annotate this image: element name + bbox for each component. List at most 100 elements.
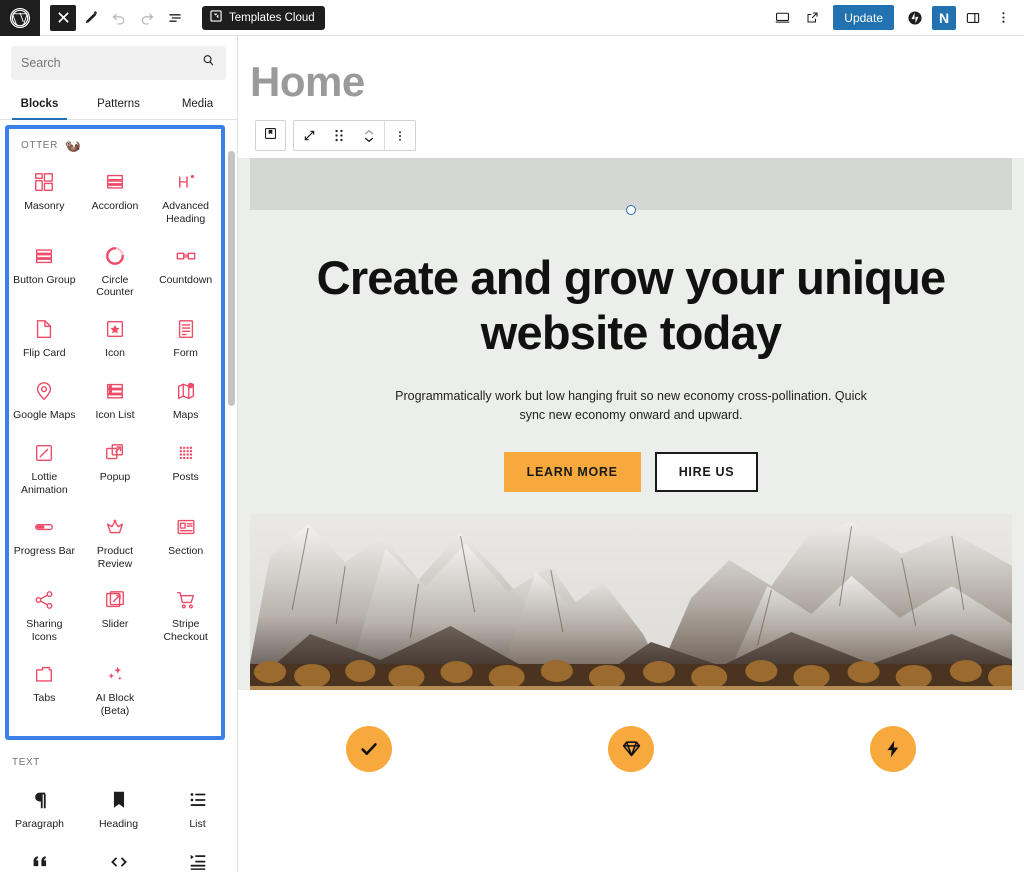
close-editor-button[interactable] <box>50 4 76 31</box>
list-icon <box>187 787 209 813</box>
svg-text:H: H <box>177 175 188 192</box>
text-blocks-panel: TEXT Paragraph Heading List Quote Code D… <box>0 740 237 872</box>
cover-block[interactable]: Create and grow your unique website toda… <box>238 158 1024 690</box>
hero-paragraph[interactable]: Programmatically work but low hanging fr… <box>381 387 881 426</box>
wordpress-logo-icon[interactable] <box>0 0 40 36</box>
block-item-google-maps[interactable]: Google Maps <box>9 369 80 431</box>
product-review-icon <box>104 514 126 540</box>
inserter-scroll-area: OTTER 🦦 Masonry Accordion H Advanced Hea… <box>0 120 237 872</box>
block-item-ai-block-beta[interactable]: AI Block (Beta) <box>80 652 151 726</box>
editor-canvas: Home Create and grow your unique website… <box>238 36 1024 872</box>
inserter-search-wrap <box>0 36 237 80</box>
advanced-heading-icon: H <box>175 169 197 195</box>
block-item-icon[interactable]: Icon <box>80 307 151 369</box>
lottie-animation-icon <box>33 440 55 466</box>
resize-diagonal-icon[interactable] <box>294 121 324 150</box>
block-item-circle-counter[interactable]: Circle Counter <box>80 234 151 308</box>
block-item-sharing-icons[interactable]: Sharing Icons <box>9 578 80 652</box>
search-box[interactable] <box>11 46 226 80</box>
tab-blocks[interactable]: Blocks <box>0 92 79 120</box>
neve-plugin-badge[interactable]: N <box>932 5 956 30</box>
learn-more-button[interactable]: LEARN MORE <box>503 451 641 492</box>
quote-icon <box>29 849 51 872</box>
search-input[interactable] <box>21 56 201 70</box>
tab-patterns[interactable]: Patterns <box>79 92 158 119</box>
icon-block-icon <box>104 316 126 342</box>
inserter-scrollbar-thumb[interactable] <box>228 151 235 406</box>
feature-item[interactable] <box>762 725 1024 772</box>
block-item-advanced-heading[interactable]: H Advanced Heading <box>150 160 221 234</box>
block-item-list[interactable]: List <box>158 778 237 840</box>
block-item-slider[interactable]: Slider <box>80 578 151 652</box>
block-movers-group <box>293 120 416 151</box>
drag-handle-icon[interactable] <box>324 121 354 150</box>
block-item-paragraph[interactable]: Paragraph <box>0 778 79 840</box>
block-item-accordion[interactable]: Accordion <box>80 160 151 234</box>
search-icon <box>201 53 216 73</box>
ai-block-icon <box>104 661 126 687</box>
block-item-lottie-animation[interactable]: Lottie Animation <box>9 431 80 505</box>
block-item-progress-bar[interactable]: Progress Bar <box>9 505 80 579</box>
block-item-posts[interactable]: Posts <box>150 431 221 505</box>
gray-placeholder-block[interactable] <box>250 158 1012 215</box>
editor-body: Blocks Patterns Media OTTER 🦦 Masonry Ac… <box>0 36 1024 872</box>
move-up-down-icon[interactable] <box>354 121 384 150</box>
gem-icon <box>608 725 654 772</box>
feature-item[interactable] <box>500 725 762 772</box>
header-right-tools: Update N <box>769 5 1024 31</box>
view-site-external-icon[interactable] <box>799 5 825 31</box>
otter-mascot-icon: 🦦 <box>64 138 82 153</box>
edit-pencil-icon[interactable] <box>78 5 104 31</box>
maps-icon <box>175 378 197 404</box>
block-item-maps[interactable]: Maps <box>150 369 221 431</box>
block-item-tabs[interactable]: Tabs <box>9 652 80 726</box>
button-group-icon <box>33 243 55 269</box>
block-item-masonry[interactable]: Masonry <box>9 160 80 234</box>
block-item-countdown[interactable]: Countdown <box>150 234 221 308</box>
check-icon <box>346 725 392 772</box>
more-options-icon[interactable] <box>990 5 1016 31</box>
block-item-quote[interactable]: Quote <box>0 840 79 872</box>
block-item-details[interactable]: Details <box>158 840 237 872</box>
block-item-button-group[interactable]: Button Group <box>9 234 80 308</box>
hero-content: Create and grow your unique website toda… <box>238 210 1024 514</box>
block-item-stripe-checkout[interactable]: Stripe Checkout <box>150 578 221 652</box>
editor-header-toolbar: Templates Cloud Update N <box>0 0 1024 36</box>
paragraph-icon <box>29 787 51 813</box>
sidebar-panel-icon[interactable] <box>960 5 986 31</box>
undo-icon[interactable] <box>106 5 132 31</box>
block-item-icon-list[interactable]: Icon List <box>80 369 151 431</box>
redo-icon[interactable] <box>134 5 160 31</box>
block-options-icon[interactable] <box>385 121 415 150</box>
mountain-image[interactable] <box>250 513 1012 690</box>
icon-list-icon <box>104 378 126 404</box>
hero-buttons: LEARN MORE HIRE US <box>298 451 964 514</box>
hero-heading[interactable]: Create and grow your unique website toda… <box>298 250 964 361</box>
block-item-product-review[interactable]: Product Review <box>80 505 151 579</box>
update-button[interactable]: Update <box>833 5 894 30</box>
templates-cloud-button[interactable]: Templates Cloud <box>202 5 325 30</box>
text-section-header: TEXT <box>12 756 40 768</box>
jetpack-icon[interactable] <box>902 5 928 31</box>
block-item-form[interactable]: Form <box>150 307 221 369</box>
block-inserter-sidebar: Blocks Patterns Media OTTER 🦦 Masonry Ac… <box>0 36 238 872</box>
slider-icon <box>104 587 126 613</box>
block-item-section[interactable]: Section <box>150 505 221 579</box>
page-title[interactable]: Home <box>238 36 1024 106</box>
block-item-popup[interactable]: Popup <box>80 431 151 505</box>
tab-media[interactable]: Media <box>158 92 237 119</box>
document-overview-icon[interactable] <box>162 5 188 31</box>
block-item-heading[interactable]: Heading <box>79 778 158 840</box>
text-block-grid: Paragraph Heading List Quote Code Detail… <box>0 778 237 872</box>
block-item-code[interactable]: Code <box>79 840 158 872</box>
block-type-switcher[interactable] <box>255 120 286 151</box>
flip-card-icon <box>33 316 55 342</box>
hire-us-button[interactable]: HIRE US <box>654 451 759 492</box>
block-item-flip-card[interactable]: Flip Card <box>9 307 80 369</box>
resize-handle[interactable] <box>626 205 636 215</box>
section-icon <box>175 514 197 540</box>
tabs-icon <box>33 661 55 687</box>
feature-item[interactable] <box>238 725 500 772</box>
details-icon <box>187 849 209 872</box>
desktop-view-icon[interactable] <box>769 5 795 31</box>
